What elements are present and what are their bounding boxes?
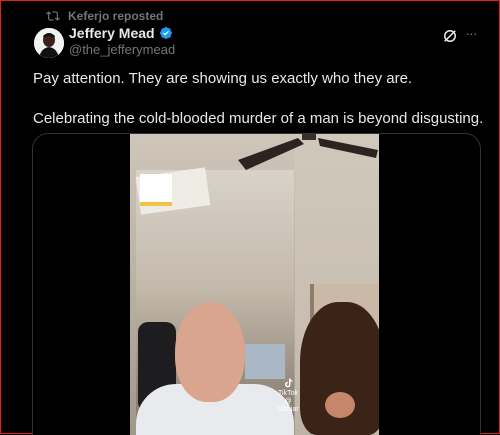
- tweet-text: Pay attention. They are showing us exact…: [33, 69, 488, 129]
- author-name[interactable]: Jeffery Mead: [69, 25, 155, 41]
- author-handle[interactable]: @the_jefferymead: [69, 42, 175, 57]
- repost-label: Keferjo reposted: [68, 9, 164, 23]
- repost-icon: [46, 11, 60, 21]
- video-player[interactable]: TikTok @ tobhjar: [130, 134, 379, 435]
- tweet-paragraph: Pay attention. They are showing us exact…: [33, 70, 413, 87]
- tiktok-brand: TikTok: [278, 390, 298, 397]
- tweet-paragraph: Celebrating the cold-blooded murder of a…: [33, 110, 484, 127]
- ceiling-fan: [238, 134, 378, 170]
- person-left-face: [175, 302, 245, 402]
- tiktok-icon: [285, 378, 293, 388]
- person-right-hand: [325, 392, 355, 418]
- visor-sticker: [140, 174, 172, 206]
- author-name-row: Jeffery Mead: [69, 25, 173, 41]
- tiktok-watermark: TikTok @ tobhjar: [275, 377, 301, 414]
- repost-indicator[interactable]: Keferjo reposted: [46, 8, 163, 24]
- avatar[interactable]: [34, 28, 64, 58]
- car-window: [245, 344, 285, 379]
- more-options-button[interactable]: ···: [461, 26, 481, 44]
- tiktok-handle: @ tobhjar: [277, 398, 299, 413]
- avatar-image: [34, 28, 64, 58]
- media-container[interactable]: TikTok @ tobhjar: [32, 133, 481, 435]
- grok-icon[interactable]: [441, 27, 459, 45]
- verified-badge-icon: [159, 27, 172, 39]
